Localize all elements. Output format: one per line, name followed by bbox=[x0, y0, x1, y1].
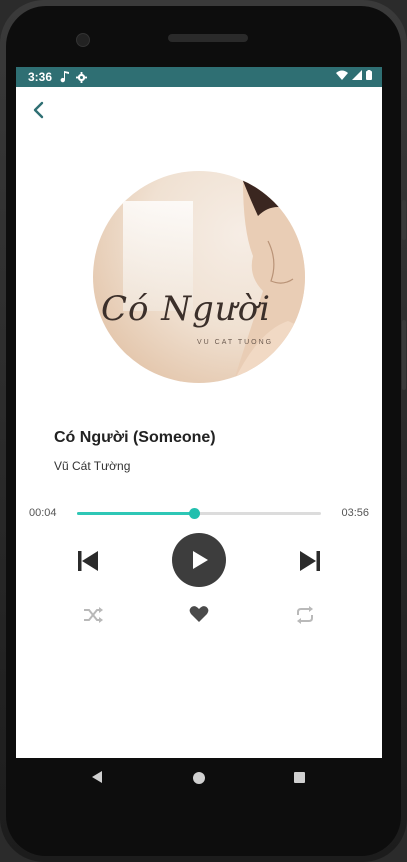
repeat-icon[interactable] bbox=[294, 604, 316, 626]
power-button bbox=[402, 320, 406, 390]
app-screen: 3:36 Có Người VU CAT TUONG Có Người (Som… bbox=[16, 67, 382, 758]
album-cover-artist: VU CAT TUONG bbox=[197, 339, 274, 346]
nav-home-icon[interactable] bbox=[193, 772, 205, 784]
earpiece-speaker bbox=[168, 34, 248, 42]
progress-thumb[interactable] bbox=[189, 508, 201, 519]
album-cover: Có Người VU CAT TUONG bbox=[93, 171, 305, 383]
heart-icon[interactable] bbox=[189, 604, 209, 624]
status-bar: 3:36 bbox=[16, 67, 382, 87]
album-cover-title: Có Người bbox=[101, 289, 272, 329]
gear-icon bbox=[76, 71, 88, 83]
progress-fill bbox=[77, 512, 195, 515]
album-portrait-image bbox=[233, 173, 305, 383]
chevron-left-icon[interactable] bbox=[28, 99, 50, 121]
battery-icon bbox=[366, 70, 372, 80]
front-camera bbox=[76, 33, 90, 47]
song-artist: Vũ Cát Tường bbox=[54, 459, 131, 473]
wifi-icon bbox=[336, 70, 348, 80]
music-note-icon bbox=[60, 71, 70, 83]
progress-seekbar[interactable] bbox=[77, 508, 321, 519]
song-title: Có Người (Someone) bbox=[54, 429, 216, 446]
current-time: 00:04 bbox=[29, 507, 57, 519]
status-time: 3:36 bbox=[28, 70, 53, 84]
shuffle-icon[interactable] bbox=[82, 604, 104, 626]
nav-recents-icon[interactable] bbox=[294, 772, 305, 783]
system-nav-bar bbox=[16, 758, 382, 798]
play-button[interactable] bbox=[172, 533, 226, 587]
play-icon bbox=[193, 551, 208, 569]
signal-icon bbox=[352, 70, 362, 80]
skip-previous-icon[interactable] bbox=[76, 550, 100, 572]
volume-button bbox=[402, 200, 406, 240]
phone-frame: 3:36 Có Người VU CAT TUONG Có Người (Som… bbox=[0, 0, 407, 862]
nav-back-icon[interactable] bbox=[90, 770, 104, 784]
skip-next-icon[interactable] bbox=[298, 550, 322, 572]
total-time: 03:56 bbox=[341, 507, 369, 519]
